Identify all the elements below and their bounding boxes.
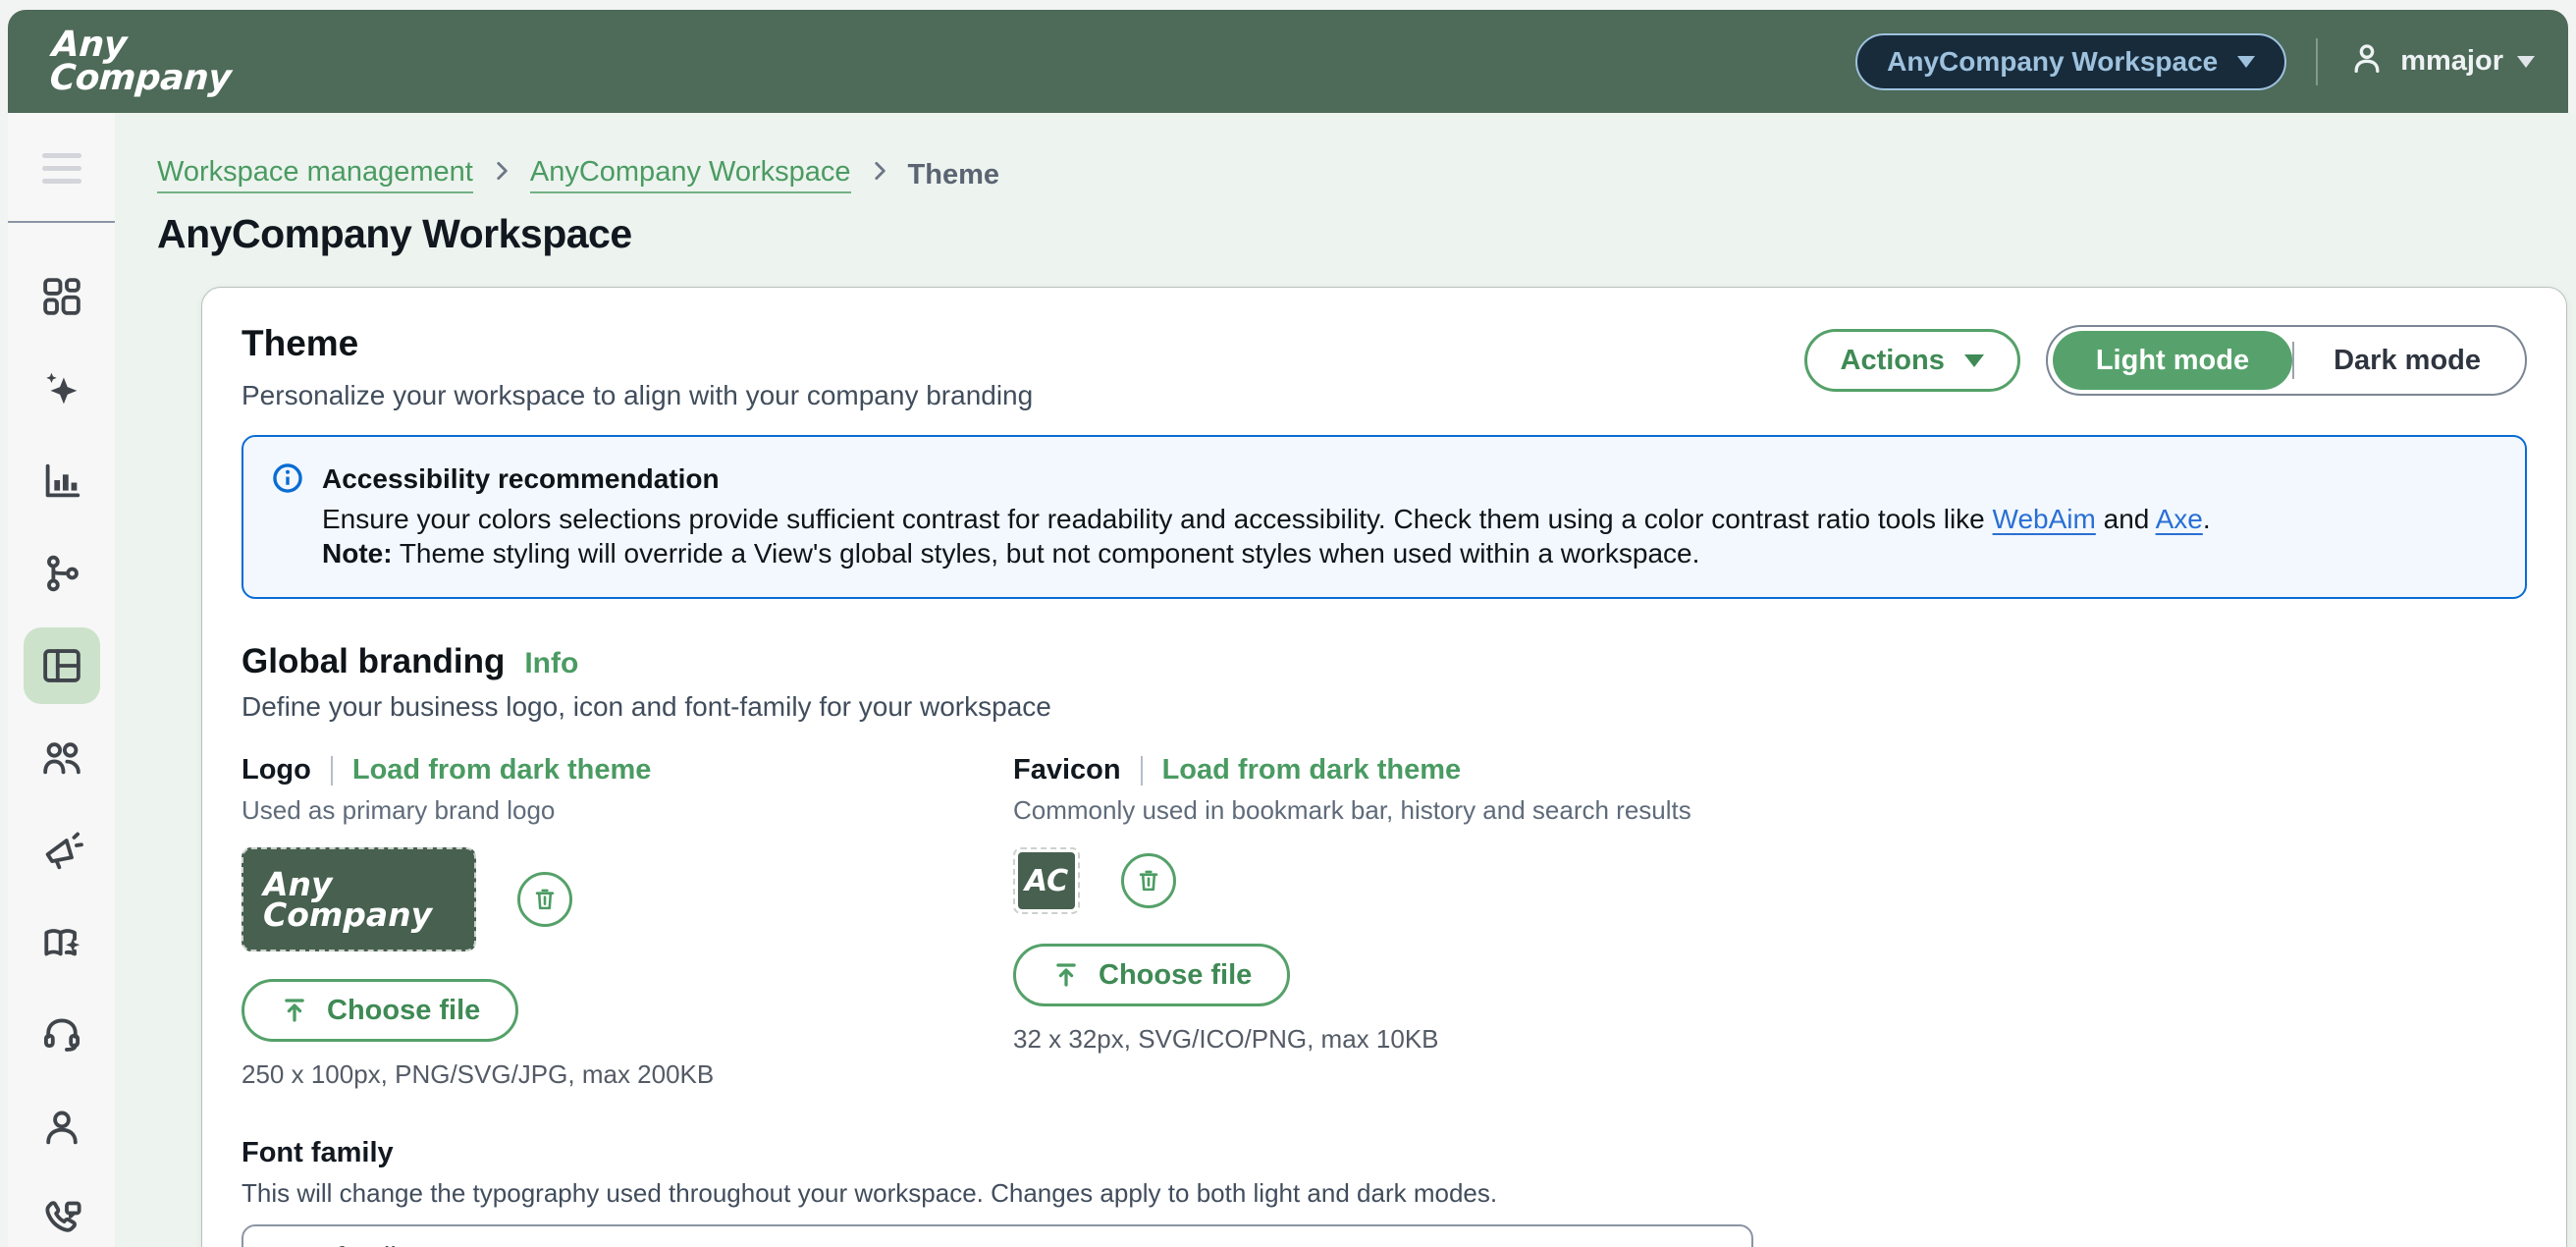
global-branding-title: Global branding [242,642,505,681]
company-logo: Any Company [49,28,235,95]
label-divider [1141,756,1143,786]
menu-toggle-button[interactable] [8,142,115,193]
webaim-link[interactable]: WebAim [1993,504,2096,534]
favicon-delete-button[interactable] [1121,853,1176,908]
global-branding-heading: Global branding Info [242,642,2527,681]
logo-label: Logo [242,754,311,786]
logo-field-group: Logo Load from dark theme Used as primar… [242,754,1013,1090]
upload-icon [1051,960,1081,990]
sidebar-item-dashboard[interactable] [24,258,100,335]
top-navigation-bar: Any Company AnyCompany Workspace mmajor [8,10,2568,113]
page-title: AnyCompany Workspace [157,211,2576,257]
layout-panel-icon [39,643,84,688]
topbar-right-group: AnyCompany Workspace mmajor [1855,33,2535,90]
accessibility-title: Accessibility recommendation [322,461,2211,496]
favicon-label: Favicon [1013,754,1121,786]
users-icon [39,735,84,781]
trash-icon [1135,867,1162,895]
workspace-selector-label: AnyCompany Workspace [1887,46,2218,78]
logo-preview: Any Company [242,847,476,951]
sidebar-item-learning[interactable] [24,904,100,981]
sidebar-item-analytics[interactable] [24,443,100,519]
mode-toggle: Light mode Dark mode [2046,325,2527,396]
accessibility-line1: Ensure your colors selections provide su… [322,502,2211,536]
sidebar-item-users[interactable] [24,720,100,796]
font-family-select[interactable]: Font family [242,1224,1753,1247]
megaphone-icon [39,828,84,873]
app-window: Any Company AnyCompany Workspace mmajor [0,0,2576,1247]
logo-load-from-dark-theme-link[interactable]: Load from dark theme [352,754,652,786]
sidebar-item-announcements[interactable] [24,812,100,889]
label-divider [331,756,333,786]
chevron-down-icon [2517,56,2535,68]
info-icon [271,461,304,570]
light-mode-toggle[interactable]: Light mode [2053,331,2292,390]
font-family-description: This will change the typography used thr… [242,1178,2527,1209]
favicon-field-group: Favicon Load from dark theme Commonly us… [1013,754,1691,1090]
breadcrumb-current-theme: Theme [908,159,999,191]
sidebar [8,113,115,1247]
font-family-label: Font family [242,1137,2527,1169]
topbar-divider [2316,38,2318,85]
bar-chart-icon [39,459,84,504]
sidebar-item-workflows[interactable] [24,535,100,612]
sidebar-item-contact[interactable] [24,1181,100,1247]
branch-icon [39,551,84,596]
upload-icon [280,996,309,1025]
chevron-right-icon [867,158,892,191]
theme-card: Theme Personalize your workspace to alig… [201,287,2567,1247]
logo-choose-file-button[interactable]: Choose file [242,979,518,1042]
main-content: Workspace management AnyCompany Workspac… [115,113,2576,1247]
actions-dropdown-button[interactable]: Actions [1804,329,2020,392]
chevron-down-icon [1964,354,1984,367]
theme-title: Theme [242,323,1033,364]
trash-icon [531,886,559,913]
global-branding-info-link[interactable]: Info [524,647,578,680]
theme-card-heading: Theme Personalize your workspace to alig… [242,323,1033,411]
hamburger-icon [42,153,81,158]
accessibility-info-box: Accessibility recommendation Ensure your… [242,435,2527,599]
font-family-placeholder: Font family [269,1242,408,1247]
sidebar-item-ai-assistant[interactable] [24,351,100,427]
dark-mode-toggle[interactable]: Dark mode [2294,345,2520,377]
accessibility-note: Note: Theme styling will override a View… [322,536,2211,570]
workspace-selector-dropdown[interactable]: AnyCompany Workspace [1855,33,2286,90]
dashboard-grid-icon [39,274,84,319]
company-logo-line2: Company [49,62,233,95]
company-logo-line1: Any [51,28,235,62]
accessibility-info-text: Accessibility recommendation Ensure your… [322,461,2211,570]
breadcrumb-anycompany-workspace[interactable]: AnyCompany Workspace [530,156,851,193]
actions-label: Actions [1841,345,1945,377]
person-icon [39,1105,84,1150]
sidebar-nav [8,258,115,1247]
favicon-description: Commonly used in bookmark bar, history a… [1013,795,1691,826]
favicon-file-hint: 32 x 32px, SVG/ICO/PNG, max 10KB [1013,1024,1691,1055]
user-icon [2347,38,2387,85]
favicon-preview: AC [1013,847,1080,914]
sidebar-divider [8,221,115,223]
sidebar-item-workspace-theme[interactable] [24,627,100,704]
favicon-load-from-dark-theme-link[interactable]: Load from dark theme [1162,754,1462,786]
phone-chat-icon [39,1197,84,1242]
logo-delete-button[interactable] [517,872,572,927]
headset-icon [39,1012,84,1057]
favicon-choose-file-button[interactable]: Choose file [1013,944,1290,1006]
book-sparkle-icon [39,920,84,965]
user-name: mmajor [2400,45,2503,78]
font-family-field-group: Font family This will change the typogra… [242,1137,2527,1247]
breadcrumb-workspace-management[interactable]: Workspace management [157,156,473,193]
theme-subtitle: Personalize your workspace to align with… [242,380,1033,411]
global-branding-subtitle: Define your business logo, icon and font… [242,691,2527,723]
breadcrumb: Workspace management AnyCompany Workspac… [157,156,2576,193]
logo-description: Used as primary brand logo [242,795,1013,826]
chevron-right-icon [489,158,514,191]
axe-link[interactable]: Axe [2156,504,2203,534]
sidebar-item-support[interactable] [24,997,100,1073]
sparkle-icon [39,366,84,411]
theme-header-controls: Actions Light mode Dark mode [1804,325,2528,396]
sidebar-item-profile[interactable] [24,1089,100,1166]
chevron-down-icon [2237,56,2255,68]
logo-file-hint: 250 x 100px, PNG/SVG/JPG, max 200KB [242,1059,1013,1090]
user-menu[interactable]: mmajor [2347,38,2535,85]
